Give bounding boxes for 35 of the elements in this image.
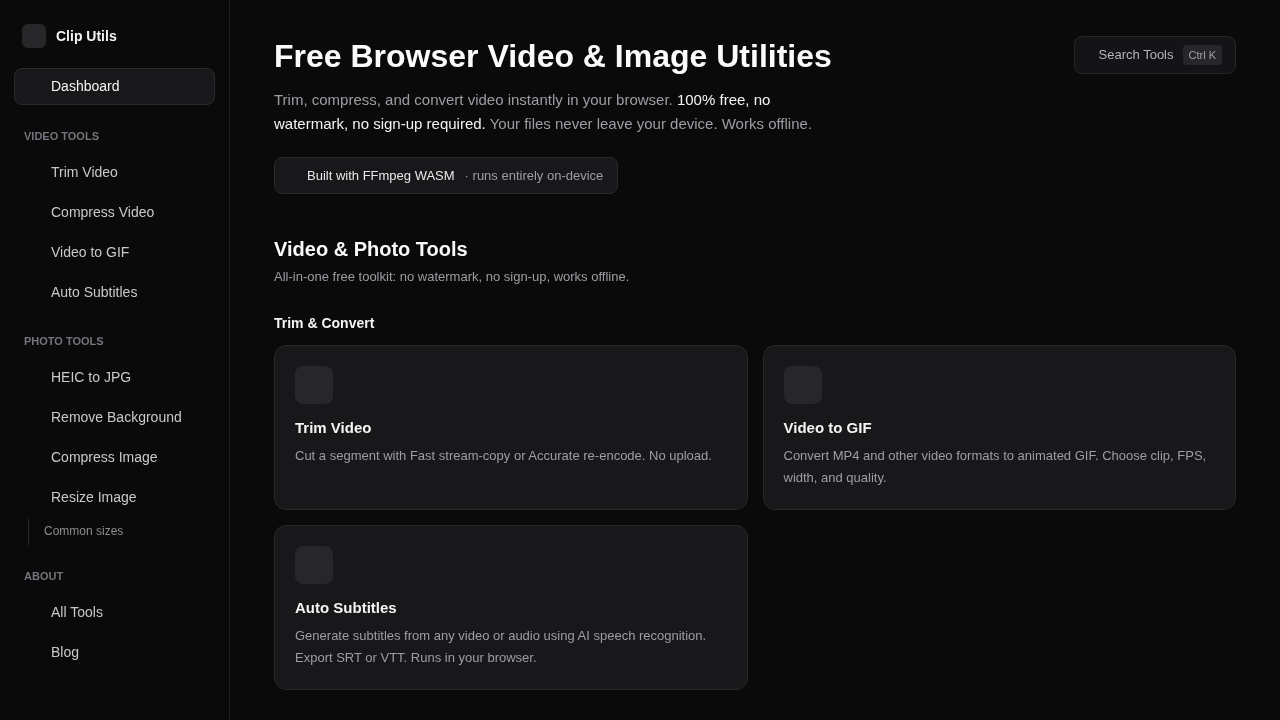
nav-link[interactable]: HEIC to JPG xyxy=(14,357,215,397)
card-title: Trim Video xyxy=(295,418,373,438)
card-description: Convert MP4 and other video formats to animated GIF. Choose clip, FPS, width, and quality. xyxy=(783,447,1208,487)
intro-text: Trim, compress, and convert video instantly in your browser. 100% free, no watermark, no sign-up required. Your files never leave your device. Works offline. xyxy=(274,90,814,134)
tool-card[interactable]: Trim Video Cut a segment with Fast stream-copy or Accurate re-encode. No upload. xyxy=(274,345,748,510)
nav-sublink[interactable]: Common sizes xyxy=(14,517,215,545)
card-description: Generate subtitles from any video or audio using AI speech recognition. Export SRT or VTT. Runs in your browser. xyxy=(295,627,708,667)
nav-section-heading: PHOTO TOOLS xyxy=(23,335,105,347)
search-button[interactable]: Search Tools Ctrl K xyxy=(1073,36,1236,74)
group-title: Trim & Convert xyxy=(274,314,376,333)
nav-link[interactable]: Dashboard xyxy=(14,68,215,105)
logo-icon xyxy=(22,24,46,48)
nav-link[interactable]: Blog xyxy=(14,632,215,672)
nav-link[interactable]: Video to GIF xyxy=(14,232,215,272)
badge-label: Built with FFmpeg WASM xyxy=(307,166,455,185)
tool-card[interactable]: Video to GIF Convert MP4 and other video formats to animated GIF. Choose clip, FPS, width, and quality. xyxy=(762,345,1236,510)
badge-note: · runs entirely on-device xyxy=(464,166,604,185)
card-title: Video to GIF xyxy=(783,418,873,438)
nav-link[interactable]: Auto Subtitles xyxy=(14,272,215,312)
nav-link[interactable]: Compress Image xyxy=(14,437,215,477)
nav-section-heading: VIDEO TOOLS xyxy=(23,130,100,142)
page-title: Free Browser Video & Image Utilities xyxy=(274,37,833,76)
nav-section-heading: ABOUT xyxy=(23,570,65,582)
nav-link[interactable]: Remove Background xyxy=(14,397,215,437)
section-subtitle: All-in-one free toolkit: no watermark, no sign-up, works offline. xyxy=(274,268,631,286)
card-title: Auto Subtitles xyxy=(295,598,398,618)
nav-link[interactable]: Trim Video xyxy=(14,152,215,192)
nav-link[interactable]: Resize Image xyxy=(14,477,215,517)
tool-card[interactable]: Auto Subtitles Generate subtitles from any video or audio using AI speech recognition. Export SRT or VTT. Runs in your browser. xyxy=(274,525,748,690)
section-title: Video & Photo Tools xyxy=(274,237,469,262)
nav-link[interactable]: Compress Video xyxy=(14,192,215,232)
brand-name: Clip Utils xyxy=(56,27,117,46)
shortcut-key: Ctrl K xyxy=(1182,45,1222,65)
card-description: Cut a segment with Fast stream-copy or Accurate re-encode. No upload. xyxy=(295,447,713,465)
nav-link[interactable]: All Tools xyxy=(14,592,215,632)
